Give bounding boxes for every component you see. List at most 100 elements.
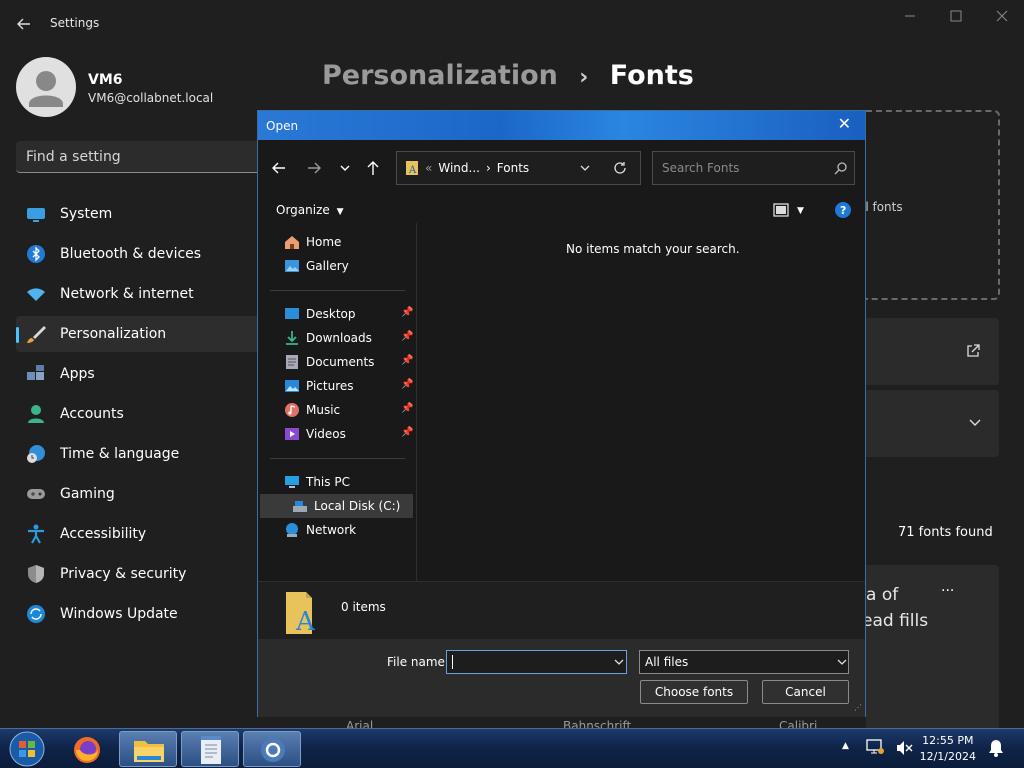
pane-divider[interactable] (416, 223, 417, 581)
pin-icon[interactable]: 📌 (401, 379, 413, 390)
back-arrow-icon[interactable] (14, 14, 34, 34)
sidebar-item-privacy[interactable]: Privacy & security (16, 556, 266, 592)
taskbar-notepad[interactable] (181, 731, 239, 767)
recent-locations-icon[interactable] (338, 151, 352, 185)
avatar[interactable] (16, 57, 76, 117)
nav-divider (270, 290, 405, 291)
file-name-input[interactable] (446, 650, 627, 674)
refresh-icon[interactable] (613, 161, 627, 175)
system-clock[interactable]: 12:55 PM 12/1/2024 (920, 733, 976, 765)
font-drop-zone[interactable]: ll fonts (862, 110, 1000, 300)
nav-item-downloads[interactable]: Downloads (284, 327, 372, 349)
nav-item-pictures[interactable]: Pictures (284, 375, 354, 397)
sidebar-item-personalization[interactable]: Personalization (16, 316, 266, 352)
notification-bell-icon[interactable] (988, 739, 1004, 757)
sidebar-item-label: Apps (60, 366, 95, 382)
address-bar[interactable]: A « Wind... › Fonts (396, 151, 641, 185)
organize-menu[interactable]: Organize ▼ (276, 203, 344, 217)
sidebar-item-gaming[interactable]: Gaming (16, 476, 266, 512)
address-crumb[interactable]: Wind... (438, 161, 480, 175)
address-dropdown-icon[interactable] (579, 163, 591, 173)
chevron-down-icon[interactable] (836, 657, 848, 667)
start-button[interactable] (8, 730, 46, 768)
person-icon (26, 404, 46, 424)
chevron-down-icon[interactable] (613, 657, 625, 667)
back-icon[interactable] (270, 151, 288, 185)
videos-icon (284, 426, 300, 442)
sidebar-item-apps[interactable]: Apps (16, 356, 266, 392)
maximize-icon[interactable] (946, 8, 966, 24)
sidebar-item-bluetooth[interactable]: Bluetooth & devices (16, 236, 266, 272)
nav-item-music[interactable]: Music (284, 399, 340, 421)
details-pane: A 0 items (258, 581, 865, 639)
pin-icon[interactable]: 📌 (401, 403, 413, 414)
sidebar-item-network[interactable]: Network & internet (16, 276, 266, 312)
get-more-fonts-card[interactable] (866, 318, 999, 385)
nav-item-documents[interactable]: Documents (284, 351, 374, 373)
address-overflow[interactable]: « (425, 161, 432, 175)
nav-item-label: Home (306, 235, 342, 249)
more-options-icon[interactable]: ··· (941, 583, 954, 599)
pin-icon[interactable]: 📌 (401, 331, 413, 342)
dialog-titlebar[interactable]: Open ✕ (258, 111, 865, 140)
pictures-icon (284, 378, 300, 394)
address-separator: › (485, 161, 491, 175)
svg-text:A: A (295, 607, 316, 636)
nav-item-home[interactable]: Home (284, 231, 341, 253)
forward-icon[interactable] (305, 151, 323, 185)
nav-item-gallery[interactable]: Gallery (284, 255, 349, 277)
search-icon[interactable] (834, 162, 848, 176)
view-options-icon[interactable] (773, 203, 789, 217)
help-icon[interactable]: ? (835, 202, 851, 218)
desktop-icon (284, 306, 300, 322)
sidebar-item-label: Accessibility (60, 526, 147, 542)
volume-muted-icon[interactable] (895, 739, 913, 757)
item-count: 0 items (341, 600, 386, 614)
pin-icon[interactable]: 📌 (401, 355, 413, 366)
taskbar-file-explorer[interactable] (119, 731, 177, 767)
nav-item-network[interactable]: Network (284, 519, 356, 541)
taskbar-settings[interactable] (243, 731, 301, 767)
sidebar-item-label: Privacy & security (60, 566, 187, 582)
up-folder-icon[interactable] (364, 151, 382, 185)
settings-gear-icon (259, 736, 287, 764)
cancel-button[interactable]: Cancel (762, 680, 849, 704)
resize-grip-icon[interactable]: ⋰ (854, 703, 862, 712)
sidebar-item-accessibility[interactable]: Accessibility (16, 516, 266, 552)
external-link-icon (966, 344, 980, 358)
taskbar-firefox[interactable] (58, 731, 116, 767)
pin-icon[interactable]: 📌 (401, 427, 413, 438)
minimize-icon[interactable] (900, 8, 920, 24)
dialog-close-button[interactable]: ✕ (838, 114, 851, 133)
sidebar-item-system[interactable]: System (16, 196, 266, 232)
search-input[interactable]: Find a setting (16, 141, 276, 173)
close-icon[interactable] (992, 8, 1012, 24)
nav-item-local-disk[interactable]: Local Disk (C:) (292, 495, 400, 517)
view-dropdown-icon[interactable]: ▼ (797, 206, 804, 216)
user-email: VM6@collabnet.local (88, 91, 214, 105)
show-hidden-icons[interactable]: ▲ (842, 741, 849, 751)
file-type-select[interactable]: All files (639, 650, 849, 674)
address-crumb[interactable]: Fonts (497, 161, 529, 175)
search-fonts-input[interactable]: Search Fonts (652, 151, 855, 185)
font-preview-text: a of (866, 585, 899, 605)
network-icon (284, 522, 300, 538)
nav-item-videos[interactable]: Videos (284, 423, 346, 445)
action-center-icon[interactable] (866, 738, 884, 756)
breadcrumb-parent[interactable]: Personalization (322, 60, 558, 91)
svg-text:?: ? (840, 204, 846, 217)
sidebar-item-label: Gaming (60, 486, 115, 502)
sidebar-item-accounts[interactable]: Accounts (16, 396, 266, 432)
sidebar-item-windows-update[interactable]: Windows Update (16, 596, 266, 632)
font-preview-card[interactable]: a of ead fills ··· (862, 565, 999, 728)
nav-item-desktop[interactable]: Desktop (284, 303, 356, 325)
sidebar-item-time[interactable]: Time & language (16, 436, 266, 472)
user-name: VM6 (88, 72, 123, 88)
choose-fonts-button[interactable]: Choose fonts (640, 680, 748, 704)
related-settings-card[interactable] (866, 390, 999, 457)
download-icon (284, 330, 300, 346)
page-title: Personalization › Fonts (322, 60, 694, 91)
pin-icon[interactable]: 📌 (401, 307, 413, 318)
nav-item-this-pc[interactable]: This PC (284, 471, 350, 493)
document-icon (284, 354, 300, 370)
